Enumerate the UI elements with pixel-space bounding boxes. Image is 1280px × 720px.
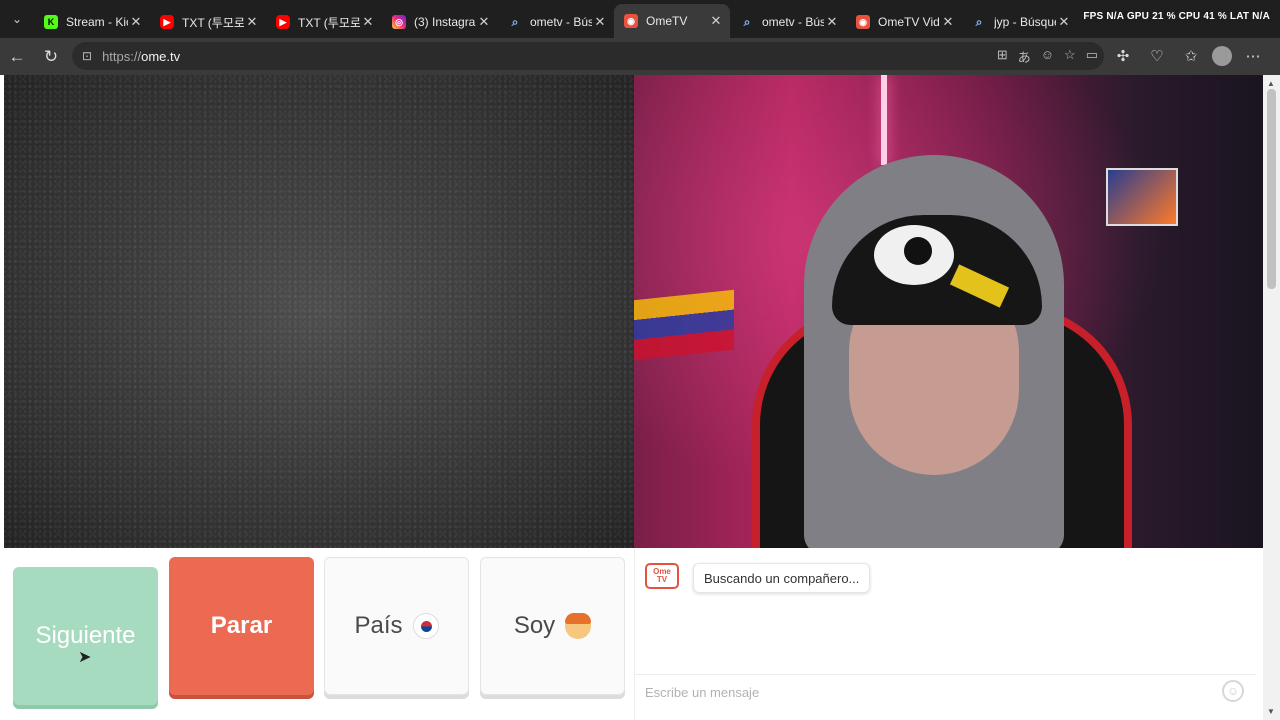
tab-title: Stream - Kick (66, 15, 128, 29)
favorites-icon[interactable]: ✩ (1178, 42, 1204, 70)
tab-title: TXT (투모로우 (182, 15, 244, 30)
self-webcam-video (634, 75, 1263, 548)
search-icon: ⌕ (975, 14, 983, 29)
message-composer: ☺ (635, 674, 1256, 708)
tab-title: OmeTV (646, 14, 688, 28)
scroll-down-arrow-icon[interactable]: ▼ (1267, 707, 1275, 716)
scroll-up-arrow-icon[interactable]: ▲ (1267, 79, 1275, 88)
close-tab-icon[interactable]: ✕ (128, 14, 144, 30)
led-strip (881, 75, 887, 165)
close-tab-icon[interactable]: ✕ (708, 13, 724, 29)
browser-tab[interactable]: ▶ TXT (투모로 ✕ (266, 6, 382, 38)
tab-title: TXT (투모로 (298, 15, 360, 30)
ometv-logo: Ome TV (645, 563, 679, 589)
address-bar[interactable]: ⊡ https:// ome.tv ⊞ あ ☺ ☆ ▭ (72, 42, 1104, 70)
back-icon[interactable]: ← (0, 42, 34, 72)
webcam-person (774, 155, 1104, 548)
gender-button-label: Soy (513, 612, 556, 639)
search-icon: ⌕ (511, 14, 519, 29)
scrollbar-thumb[interactable] (1267, 89, 1276, 289)
chat-panel: OmeTV Buscando un compañero... ☺ (634, 548, 1256, 720)
browser-tab[interactable]: K Stream - Kick✕ (34, 6, 150, 38)
reload-icon[interactable]: ↻ (34, 42, 68, 72)
browser-tab[interactable]: ⌕ ometv - Búsq✕ (498, 6, 614, 38)
search-icon: ⌕ (743, 14, 751, 29)
extensions-icon[interactable]: ✣ (1110, 42, 1136, 70)
ometv-icon: ◉ (856, 15, 870, 29)
browser-tab[interactable]: ◉ OmeTV ✕ (614, 4, 730, 38)
browser-toolbar: ← ↻ ⊡ https:// ome.tv ⊞ あ ☺ ☆ ▭ ✣ ♡ ✩ ⋯ (0, 38, 1280, 75)
kick-icon: K (44, 15, 58, 29)
omnibox-actions: ⊞ あ ☺ ☆ ▭ (997, 47, 1098, 66)
tab-title: ometv - Búsq (762, 15, 824, 29)
tab-title: OmeTV Video (878, 15, 940, 29)
browser-tab[interactable]: ▶ TXT (투모로우✕ (150, 6, 266, 38)
browser-essentials-icon[interactable]: ♡ (1144, 42, 1170, 70)
message-input[interactable] (645, 679, 1205, 705)
tab-title: (3) Instagram (414, 15, 476, 29)
youtube-icon: ▶ (276, 15, 290, 29)
close-tab-icon[interactable]: ✕ (476, 14, 492, 30)
tab-search-menu-icon[interactable]: ⌄ (0, 0, 34, 38)
tab-title: ometv - Búsq (530, 15, 592, 29)
tabs-container: KStream - Kick✕▶TXT (투모로우✕▶TXT (투모로✕◎(3)… (34, 0, 1078, 38)
browser-tab[interactable]: ⌕ jyp - Búsque ✕ (962, 6, 1078, 38)
stranger-video-static (4, 75, 634, 548)
search-status-message: Buscando un compañero... (693, 563, 871, 593)
tab-strip: ⌄ KStream - Kick✕▶TXT (투모로우✕▶TXT (투모로✕◎(… (0, 0, 1280, 38)
site-info-icon[interactable]: ⊡ (82, 49, 92, 63)
youtube-icon: ▶ (160, 15, 174, 29)
browser-tab[interactable]: ⌕ ometv - Búsq✕ (730, 6, 846, 38)
toolbar-right-icons: ✣ ♡ ✩ ⋯ (1110, 42, 1266, 70)
logo-text-bottom: TV (656, 575, 668, 584)
next-button[interactable]: Siguiente (13, 567, 158, 705)
ometv-icon: ◉ (624, 14, 638, 28)
close-tab-icon[interactable]: ✕ (824, 14, 840, 30)
tab-title: jyp - Búsque (994, 15, 1056, 29)
page-scrollbar[interactable]: ▲ ▼ (1263, 75, 1280, 720)
stop-button[interactable]: Parar (169, 557, 314, 695)
translate-icon[interactable]: あ (1018, 47, 1031, 66)
profile-avatar[interactable] (1212, 46, 1232, 66)
instagram-icon: ◎ (392, 15, 406, 29)
control-panel: Siguiente Parar País Soy ➤ (4, 548, 634, 720)
ometv-page: Siguiente Parar País Soy ➤ Ome TV Buscand… (0, 75, 1280, 720)
close-tab-icon[interactable]: ✕ (592, 14, 608, 30)
boy-icon (565, 613, 592, 639)
next-button-label: Siguiente (35, 622, 136, 649)
emoji-icon[interactable]: ☺ (1041, 47, 1054, 66)
browser-tab[interactable]: ◎ (3) Instagram✕ (382, 6, 498, 38)
stop-button-label: Parar (210, 612, 273, 639)
url-protocol: https:// (102, 48, 142, 64)
performance-overlay: FPS N/A GPU 21 % CPU 41 % LAT N/A (1081, 11, 1272, 22)
country-button-label: País (354, 612, 403, 639)
close-tab-icon[interactable]: ✕ (940, 14, 956, 30)
close-tab-icon[interactable]: ✕ (244, 14, 260, 30)
mouse-cursor-icon: ➤ (78, 649, 92, 666)
browser-tab[interactable]: ◉ OmeTV Video✕ (846, 6, 962, 38)
close-tab-icon[interactable]: ✕ (360, 14, 376, 30)
headwrap-eye-print (874, 225, 954, 285)
wall-poster (1106, 168, 1178, 226)
wall-flag (634, 289, 734, 361)
more-menu-icon[interactable]: ⋯ (1240, 42, 1266, 70)
south-korea-flag-icon (412, 613, 439, 639)
gender-button[interactable]: Soy (480, 557, 625, 695)
close-tab-icon[interactable]: ✕ (1056, 14, 1072, 30)
country-button[interactable]: País (324, 557, 469, 695)
favorite-star-icon[interactable]: ☆ (1064, 47, 1076, 66)
camera-in-use-icon[interactable]: ▭ (1086, 47, 1098, 66)
app-available-icon[interactable]: ⊞ (997, 47, 1008, 66)
url-host: ome.tv (141, 48, 181, 64)
emoji-picker-icon[interactable]: ☺ (1222, 680, 1244, 702)
